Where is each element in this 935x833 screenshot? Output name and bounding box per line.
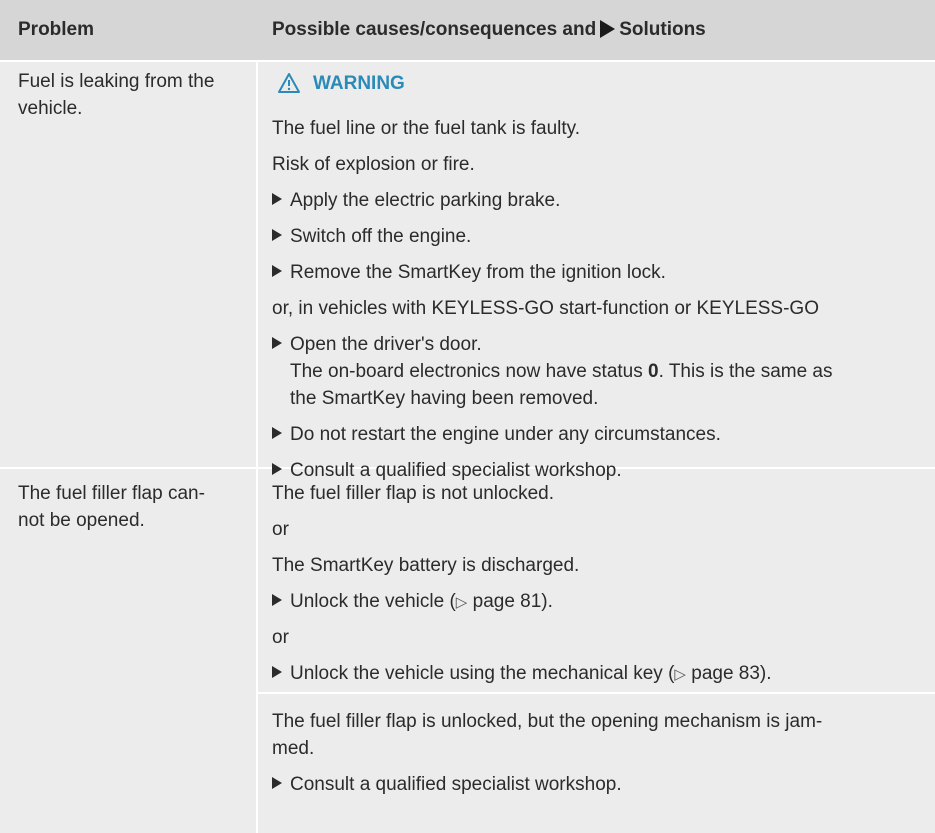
page-ref-link[interactable]: page 83).	[686, 663, 771, 684]
list-item: Apply the electric parking brake.	[272, 190, 560, 212]
cause-text: med.	[272, 738, 315, 759]
step-text: Consult a qualified specialist workshop.	[290, 774, 622, 795]
warning-label: WARNING	[313, 73, 405, 94]
note-text: The on-board electronics now have status…	[290, 361, 833, 383]
list-item: Open the driver's door.	[272, 334, 482, 356]
step-arrow-icon	[272, 337, 282, 349]
cause-text: The fuel filler flap is unlocked, but th…	[272, 711, 823, 732]
list-item: Switch off the engine.	[272, 226, 471, 248]
problem-fuel-leak: Fuel is leaking from the vehicle.	[18, 68, 214, 122]
step-arrow-icon	[272, 427, 282, 439]
note-part: The on-board electronics now have status	[290, 361, 649, 382]
step-text: Switch off the engine.	[290, 226, 472, 247]
cause-text: The fuel line or the fuel tank is faulty…	[272, 118, 581, 139]
column-divider	[256, 60, 258, 833]
step-text: Apply the electric parking brake.	[290, 190, 561, 211]
step-arrow-icon	[272, 594, 282, 606]
problem-column	[0, 62, 256, 833]
problem-line: vehicle.	[18, 98, 83, 119]
header-solutions-suffix: Solutions	[619, 19, 706, 40]
header-solutions: Possible causes/consequences and Solution…	[272, 19, 706, 41]
page-ref-link[interactable]: page 81).	[467, 591, 553, 612]
cause-text: The SmartKey battery is discharged.	[272, 555, 580, 576]
problem-line: not be opened.	[18, 510, 145, 531]
status-value: 0	[648, 361, 659, 382]
problem-filler-flap: The fuel filler flap can- not be opened.	[18, 480, 205, 534]
step-arrow-icon	[272, 265, 282, 277]
alternative-text: or, in vehicles with KEYLESS-GO start-fu…	[272, 298, 819, 319]
page-ref-icon: ▷	[455, 594, 468, 611]
header-problem: Problem	[18, 19, 95, 40]
or-text: or	[272, 519, 289, 540]
step-text: Open the driver's door.	[290, 334, 482, 355]
note-part: . This is the same as	[658, 361, 833, 382]
step-arrow-icon	[272, 463, 282, 475]
risk-text: Risk of explosion or fire.	[272, 154, 475, 175]
page-ref-icon: ▷	[674, 666, 686, 683]
list-item: Remove the SmartKey from the ignition lo…	[272, 262, 666, 284]
problem-line: The fuel filler flap can-	[18, 483, 205, 504]
list-item: Consult a qualified specialist workshop.	[272, 460, 622, 482]
list-item: Unlock the vehicle (▷ page 81).	[272, 591, 553, 613]
step-arrow-icon	[272, 666, 282, 678]
step-text: Consult a qualified specialist workshop.	[290, 460, 622, 481]
step-text: Do not restart the engine under any circ…	[290, 424, 721, 445]
step-text: Remove the SmartKey from the ignition lo…	[290, 262, 666, 283]
list-item: Consult a qualified specialist workshop.	[272, 774, 622, 796]
warning-heading: WARNING	[277, 72, 405, 95]
problem-line: Fuel is leaking from the	[18, 71, 215, 92]
sub-row-divider	[258, 692, 935, 694]
or-text: or	[272, 627, 289, 648]
header-solutions-prefix: Possible causes/consequences and	[272, 19, 597, 40]
cause-text: The fuel filler flap is not unlocked.	[272, 483, 554, 504]
step-text: Unlock the vehicle (	[290, 591, 456, 612]
step-text: Unlock the vehicle using the mechanical …	[290, 663, 675, 684]
step-arrow-icon	[272, 777, 282, 789]
step-arrow-icon	[272, 193, 282, 205]
table-header: Problem Possible causes/consequences and…	[0, 0, 935, 62]
note-text: the SmartKey having been removed.	[290, 388, 599, 409]
list-item: Do not restart the engine under any circ…	[272, 424, 721, 446]
step-arrow-icon	[272, 229, 282, 241]
solution-arrow-icon	[600, 20, 616, 38]
warning-triangle-icon	[278, 73, 300, 93]
list-item: Unlock the vehicle using the mechanical …	[272, 663, 772, 685]
